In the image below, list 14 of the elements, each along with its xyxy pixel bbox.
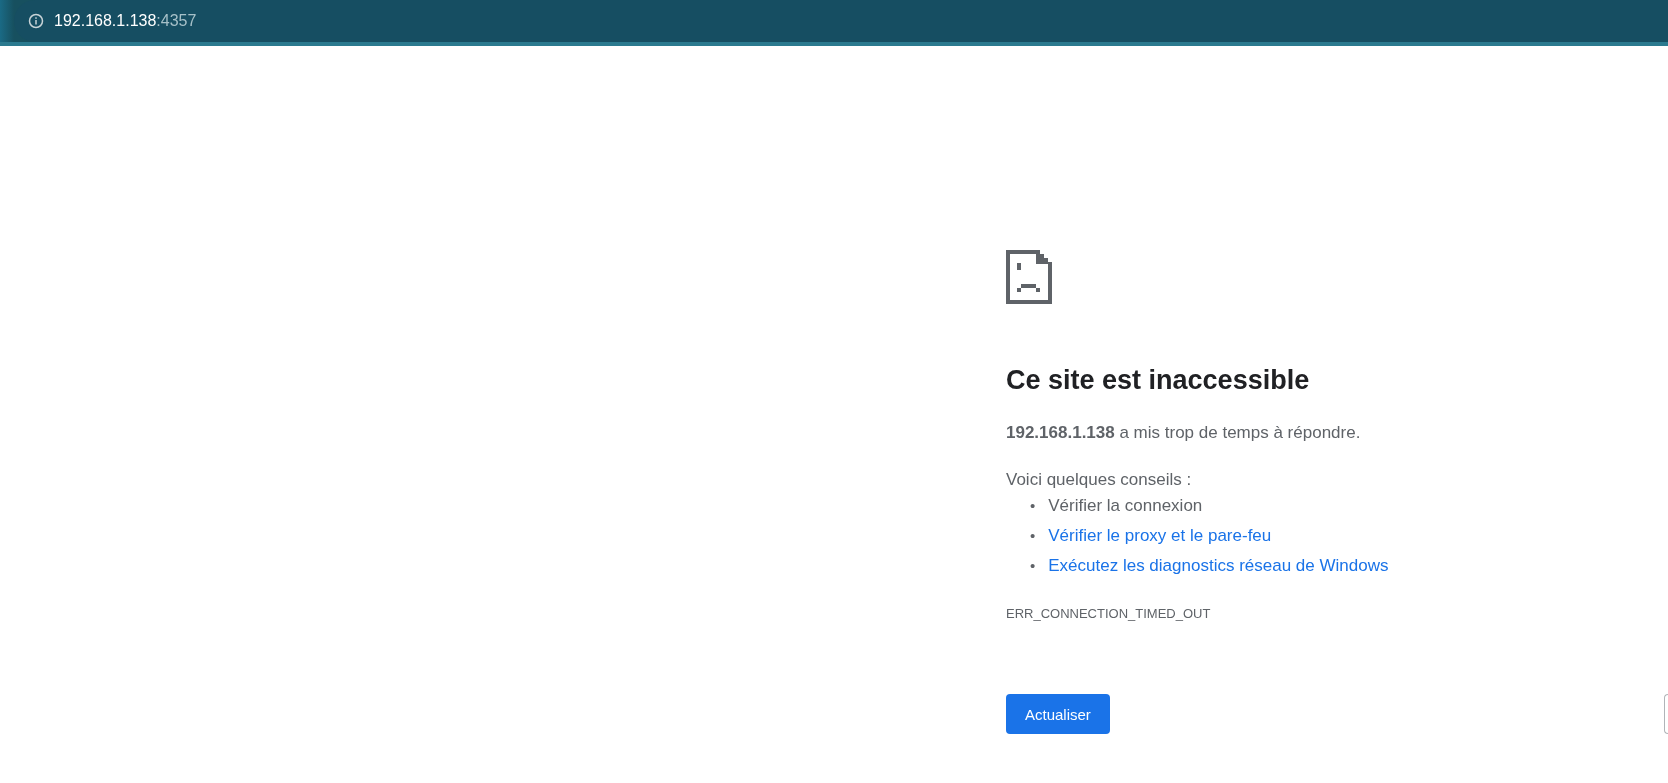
reload-button[interactable]: Actualiser (1006, 694, 1110, 734)
bullet: • (1030, 556, 1036, 576)
error-message: 192.168.1.138 a mis trop de temps à répondre. (1006, 422, 1362, 444)
error-code: ERR_CONNECTION_TIMED_OUT (1006, 606, 1212, 622)
error-title: Ce site est inaccessible (1006, 364, 1311, 396)
url-text: 192.168.1.138:4357 (54, 12, 197, 30)
tip-link[interactable]: Exécutez les diagnostics réseau de Windows (1048, 555, 1389, 577)
tips-heading: Voici quelques conseils : (1006, 469, 1193, 491)
bullet: • (1030, 496, 1036, 516)
tip-link[interactable]: Vérifier le proxy et le pare-feu (1048, 525, 1272, 547)
tip-text: Vérifier la connexion (1048, 495, 1203, 517)
info-icon[interactable] (28, 13, 44, 29)
sad-page-icon (1006, 250, 1052, 304)
bullet: • (1030, 526, 1036, 546)
